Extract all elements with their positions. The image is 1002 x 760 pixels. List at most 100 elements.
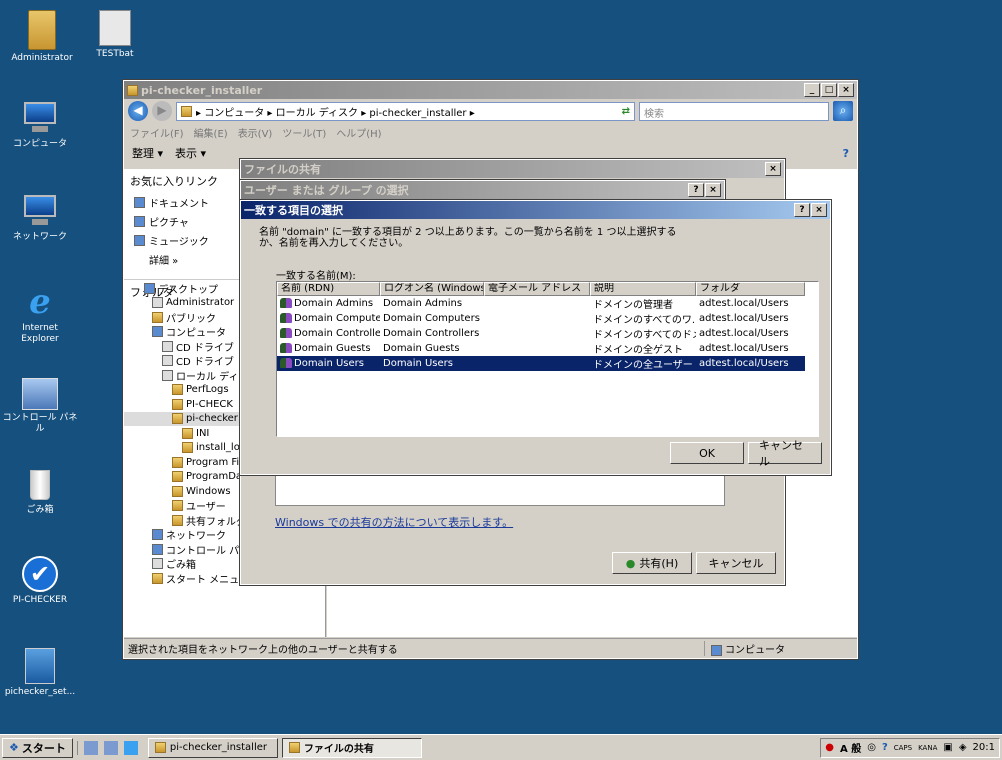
cell-name: Domain Compute... bbox=[277, 313, 380, 324]
cell-name: Domain Guests bbox=[277, 343, 380, 354]
desktop-icon-testbat[interactable]: TESTbat bbox=[75, 10, 155, 60]
back-button[interactable]: ◀ bbox=[128, 101, 148, 121]
favorite-label: ピクチャ bbox=[149, 218, 189, 229]
column-header-email[interactable]: 電子メール アドレス bbox=[484, 282, 590, 296]
help-icon[interactable]: ? bbox=[882, 742, 888, 753]
table-row-selected[interactable]: Domain Users Domain Users ドメインの全ユーザー adt… bbox=[277, 356, 805, 371]
desktop-icon-internet-explorer[interactable]: e Internet Explorer bbox=[0, 284, 80, 345]
show-desktop-icon[interactable] bbox=[103, 740, 118, 755]
taskbar-item-file-sharing[interactable]: ファイルの共有 bbox=[281, 737, 422, 758]
sharing-help-link[interactable]: Windows での共有の方法について表示します。 bbox=[275, 514, 513, 530]
internet-explorer-icon[interactable] bbox=[123, 740, 138, 755]
group-icon bbox=[280, 313, 292, 323]
menu-edit[interactable]: 編集(E) bbox=[194, 125, 228, 140]
volume-icon[interactable]: ◈ bbox=[959, 742, 967, 753]
forward-button[interactable]: ▶ bbox=[152, 101, 172, 121]
column-header-logon[interactable]: ログオン名 (Windows... bbox=[380, 282, 484, 296]
cell-text: Domain Guests bbox=[294, 343, 371, 354]
server-manager-icon[interactable] bbox=[83, 740, 98, 755]
group-icon bbox=[280, 328, 292, 338]
network-tray-icon[interactable]: ▣ bbox=[943, 742, 952, 753]
ime-mode[interactable]: A 般 bbox=[840, 740, 861, 755]
folder-icon bbox=[28, 10, 56, 50]
folder-icon bbox=[172, 500, 183, 512]
caps-indicator: CAPS bbox=[893, 743, 913, 752]
share-buttons: ● 共有(H) キャンセル bbox=[612, 552, 776, 574]
column-header-name[interactable]: 名前 (RDN) bbox=[277, 282, 380, 296]
table-row[interactable]: Domain Guests Domain Guests ドメインの全ゲスト ad… bbox=[277, 341, 805, 356]
close-button[interactable]: × bbox=[811, 203, 827, 217]
menu-file[interactable]: ファイル(F) bbox=[130, 125, 184, 140]
minimize-button[interactable]: _ bbox=[804, 83, 820, 97]
menu-view[interactable]: 表示(V) bbox=[238, 125, 273, 140]
desktop-icon-installer[interactable]: pichecker_set... bbox=[0, 648, 80, 698]
menu-tools[interactable]: ツール(T) bbox=[282, 125, 326, 140]
start-label: スタート bbox=[21, 741, 66, 755]
matching-names-list[interactable]: 名前 (RDN) ログオン名 (Windows... 電子メール アドレス 説明… bbox=[276, 281, 819, 437]
close-button[interactable]: × bbox=[838, 83, 854, 97]
desktop-icon-network[interactable]: ネットワーク bbox=[0, 193, 80, 243]
recycle-bin-icon bbox=[20, 466, 60, 502]
desktop-icon-recycle-bin[interactable]: ごみ箱 bbox=[0, 466, 80, 516]
folder-icon bbox=[152, 311, 163, 323]
pi-checker-icon: ✔ bbox=[22, 556, 58, 592]
tree-label: install_lo bbox=[196, 442, 240, 454]
ime-language-icon[interactable]: ● bbox=[825, 742, 834, 753]
status-location: コンピュータ bbox=[704, 641, 854, 656]
folder-icon bbox=[172, 413, 183, 425]
taskbar-item-explorer[interactable]: pi-checker_installer bbox=[147, 737, 278, 758]
ime-pad-icon[interactable]: ◎ bbox=[867, 742, 876, 753]
group-icon bbox=[280, 298, 292, 308]
multiple-names-titlebar[interactable]: 一致する項目の選択 ? × bbox=[241, 201, 830, 219]
cell-text: Domain Admins bbox=[294, 298, 374, 309]
go-icon[interactable]: ⇄ bbox=[622, 106, 630, 117]
tree-label: コンピュータ bbox=[166, 328, 226, 339]
desktop-icon-control-panel[interactable]: コントロール パネル bbox=[0, 378, 80, 435]
search-input[interactable]: 検索 bbox=[639, 101, 829, 121]
tree-label: パブリック bbox=[166, 313, 216, 325]
table-row[interactable]: Domain Admins Domain Admins ドメインの管理者 adt… bbox=[277, 296, 805, 311]
help-button[interactable]: ? bbox=[688, 183, 704, 197]
matching-names-label: 一致する名前(M): bbox=[276, 271, 356, 282]
clock: 20:1 bbox=[972, 742, 995, 753]
share-titlebar[interactable]: ファイルの共有 × bbox=[241, 160, 784, 178]
address-bar-row: ◀ ▶ ▸ コンピュータ ▸ ローカル ディスク ▸ pi-checker_in… bbox=[124, 99, 857, 123]
share-button[interactable]: ● 共有(H) bbox=[612, 552, 692, 574]
cancel-button[interactable]: キャンセル bbox=[696, 552, 776, 574]
start-button[interactable]: ❖ スタート bbox=[2, 737, 73, 758]
search-icon[interactable]: ⌕ bbox=[833, 101, 853, 121]
network-icon bbox=[152, 529, 163, 541]
desktop-icon-administrator[interactable]: Administrator bbox=[2, 10, 82, 64]
address-input[interactable]: ▸ コンピュータ ▸ ローカル ディスク ▸ pi-checker_instal… bbox=[176, 101, 635, 121]
column-header-folder[interactable]: フォルダ bbox=[696, 282, 805, 296]
batch-file-icon bbox=[99, 10, 131, 46]
menu-help[interactable]: ヘルプ(H) bbox=[336, 125, 381, 140]
organize-button[interactable]: 整理 ▾ bbox=[132, 145, 163, 161]
desktop-icon-pi-checker[interactable]: ✔ PI-CHECKER bbox=[0, 556, 80, 606]
cancel-button[interactable]: キャンセル bbox=[748, 439, 822, 468]
pictures-icon bbox=[134, 216, 145, 227]
desktop-icon-computer[interactable]: コンピュータ bbox=[0, 100, 80, 150]
task-label: pi-checker_installer bbox=[169, 742, 267, 753]
cell-description: ドメインのすべてのワ... bbox=[593, 315, 696, 326]
folder-icon bbox=[172, 471, 183, 483]
select-users-titlebar[interactable]: ユーザー または グループ の選択 ? × bbox=[241, 181, 724, 199]
close-button[interactable]: × bbox=[705, 183, 721, 197]
help-icon[interactable]: ? bbox=[843, 147, 849, 160]
group-icon bbox=[280, 343, 292, 353]
favorite-label: ドキュメント bbox=[149, 199, 209, 210]
cell-logon: Domain Admins bbox=[383, 298, 463, 309]
cell-text: Domain Users bbox=[294, 358, 364, 369]
table-row[interactable]: Domain Compute... Domain Computers ドメインの… bbox=[277, 311, 805, 326]
table-row[interactable]: Domain Controlle... Domain Controllers ド… bbox=[277, 326, 805, 341]
share-icon bbox=[288, 742, 300, 753]
explorer-titlebar[interactable]: pi-checker_installer _ □ × bbox=[124, 81, 857, 99]
ok-button[interactable]: OK bbox=[670, 442, 744, 464]
maximize-button[interactable]: □ bbox=[821, 83, 837, 97]
tree-label: PI-CHECK bbox=[186, 398, 233, 410]
column-header-description[interactable]: 説明 bbox=[590, 282, 696, 296]
help-button[interactable]: ? bbox=[794, 203, 810, 217]
view-button[interactable]: 表示 ▾ bbox=[175, 145, 206, 161]
tree-label: Administrator bbox=[166, 297, 235, 309]
close-button[interactable]: × bbox=[765, 162, 781, 176]
